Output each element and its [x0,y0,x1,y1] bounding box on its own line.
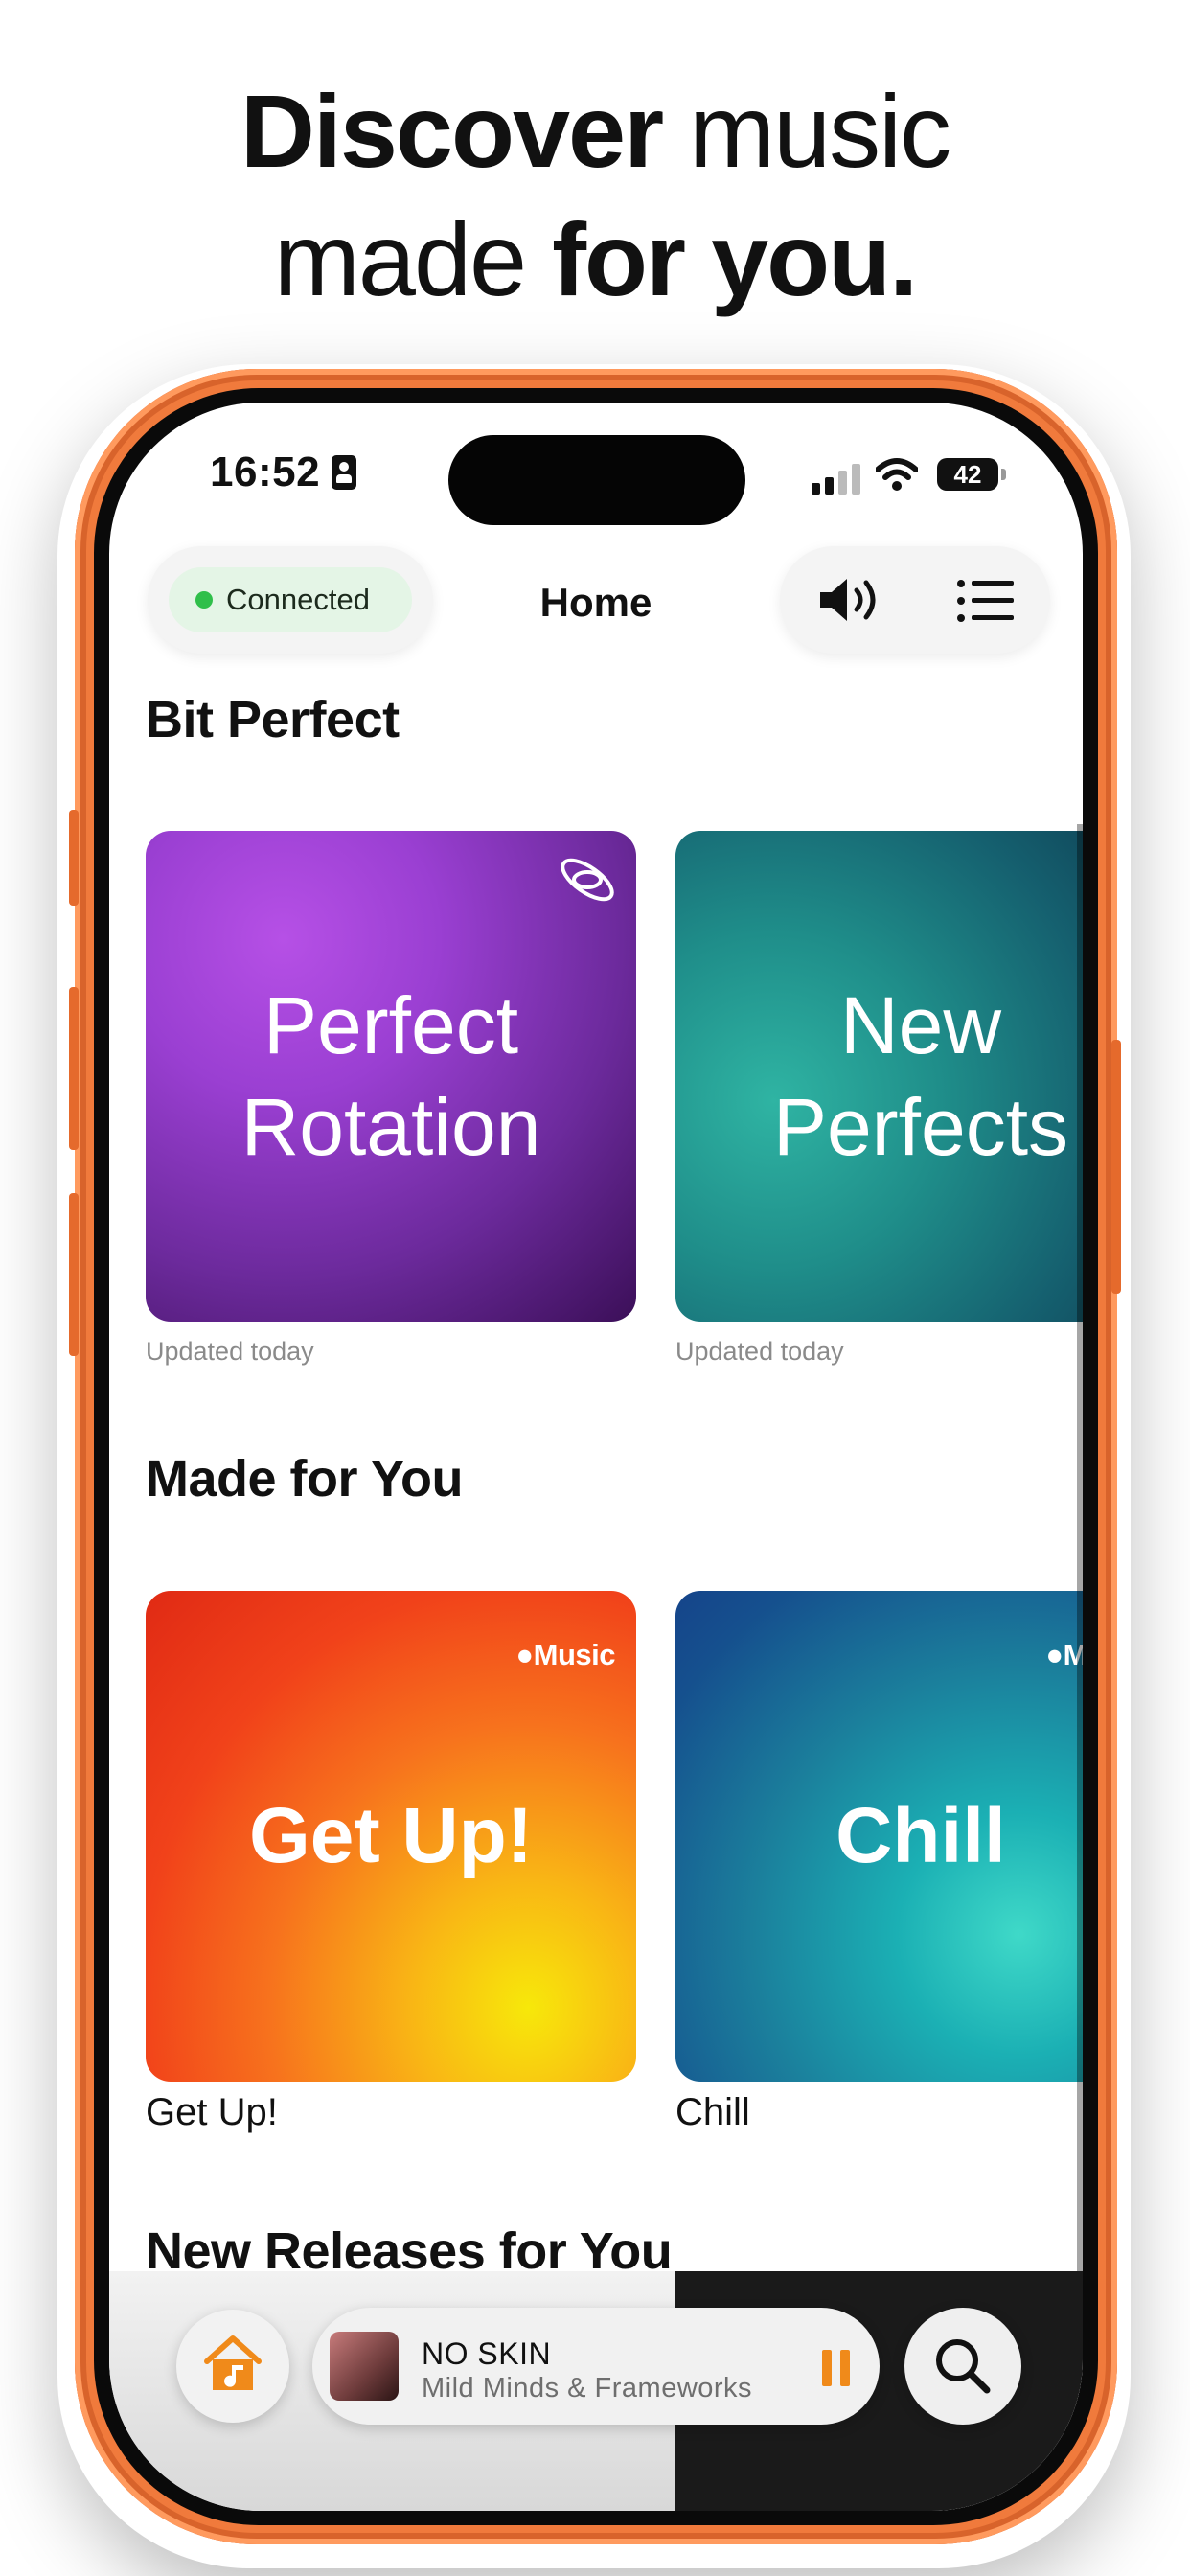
power-button [1111,1040,1121,1294]
section-title-bit-perfect: Bit Perfect [146,691,400,748]
volume-down-button [69,1193,79,1356]
volume-up-button [69,987,79,1150]
dynamic-island [448,435,745,525]
playlist-card-perfect-rotation[interactable]: Perfect Rotation [146,831,636,1322]
scroll-edge-shadow [1077,824,1083,2358]
pause-icon[interactable] [822,2350,851,2386]
playlist-card-get-up[interactable]: ●Music Get Up! [146,1591,636,2082]
now-playing-artist: Mild Minds & Frameworks [422,2373,753,2404]
search-icon [936,2339,991,2394]
app-screen: 16:52 42 Connected Home Bit Perfect Perf… [109,402,1083,2511]
menu-list-icon[interactable] [956,579,1016,623]
apple-logo-icon: ● [1045,1638,1064,1671]
status-time: 16:52 [210,448,321,495]
card-label: Chill [675,2091,750,2133]
battery-nub [1001,469,1006,480]
connection-status-badge[interactable]: Connected [169,567,412,632]
apple-logo-icon: ● [515,1638,534,1671]
battery-level: 42 [937,458,998,491]
cellular-signal-icon [812,464,863,494]
speaker-icon[interactable] [816,571,883,629]
wifi-icon [876,458,918,491]
apple-music-badge-label: Music [533,1638,616,1671]
action-button [69,810,79,906]
apple-music-badge: ●Music [515,1604,615,1706]
card-caption: Updated today [146,1337,314,1366]
playlist-card-new-perfects[interactable]: New Perfects [675,831,1083,1322]
card-title: Get Up! [248,1792,534,1879]
orbit-logo-icon [561,858,614,902]
marketing-headline: Discover music made for you. [240,73,951,317]
now-playing-artwork [330,2332,399,2401]
connection-status-label: Connected [226,583,370,616]
page-title: Home [539,580,652,625]
card-title: New Perfects [772,980,1069,1172]
card-caption: Updated today [675,1337,844,1366]
home-music-icon [204,2335,262,2390]
connected-dot-icon [195,591,213,609]
contact-card-icon [332,455,356,490]
now-playing-title: NO SKIN [422,2336,552,2371]
playlist-card-chill[interactable]: ●Music Chill [675,1591,1083,2082]
section-title-made-for-you: Made for You [146,1450,464,1507]
card-label: Get Up! [146,2091,278,2133]
card-title: Chill [835,1792,1006,1879]
home-tab-button[interactable] [176,2310,289,2423]
card-title: Perfect Rotation [240,980,541,1172]
search-tab-button[interactable] [904,2308,1021,2425]
